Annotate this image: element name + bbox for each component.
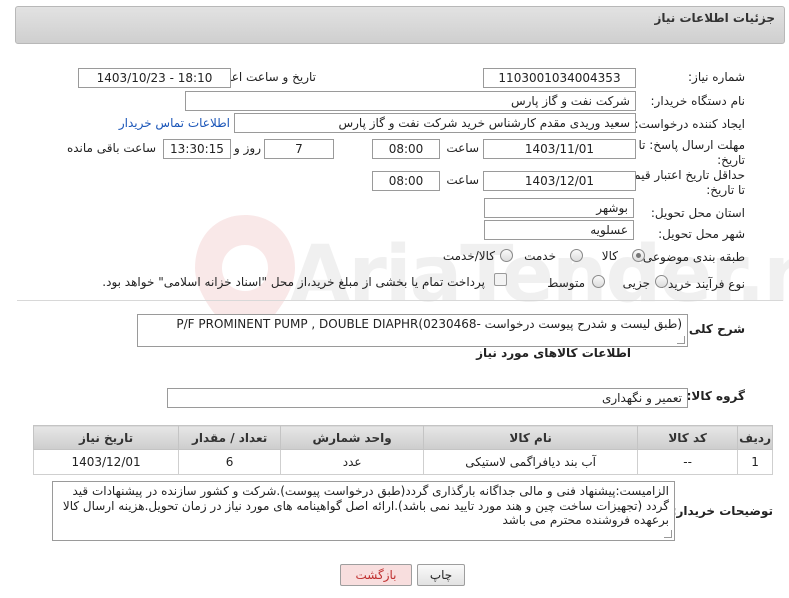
- buyer-org-label: نام دستگاه خریدار:: [650, 94, 746, 108]
- buyer-notes-field[interactable]: الزامیست:پیشنهاد فنی و مالی جداگانه بارگ…: [52, 481, 675, 541]
- city-field[interactable]: عسلویه: [484, 220, 634, 240]
- need-number-field[interactable]: 1103001034004353: [483, 68, 636, 88]
- col-unit: واحد شمارش: [280, 425, 425, 450]
- category-goods-radio[interactable]: [632, 249, 645, 262]
- requester-field[interactable]: سعید وریدی مقدم کارشناس خرید شرکت نفت و …: [234, 113, 636, 133]
- cell-name: آب بند دیافراگمی لاستیکی: [423, 449, 639, 475]
- goods-group-label: گروه کالا:: [686, 389, 745, 403]
- process-minor-radio[interactable]: [655, 275, 668, 288]
- days-field[interactable]: 7: [264, 139, 334, 159]
- col-name: نام کالا: [423, 425, 639, 450]
- city-label: شهر محل تحویل:: [658, 227, 745, 241]
- deadline-time-field[interactable]: 08:00: [372, 139, 440, 159]
- back-button[interactable]: بازگشت: [340, 564, 412, 586]
- cell-code: --: [637, 449, 739, 475]
- category-service-text: خدمت: [524, 249, 556, 263]
- buyer-notes-label: توضیحات خریدار:: [671, 504, 773, 518]
- announce-field[interactable]: 1403/10/23 - 18:10: [78, 68, 231, 88]
- payment-note: پرداخت تمام یا بخشی از مبلغ خرید،از محل …: [102, 275, 485, 289]
- table-row[interactable]: 1 -- آب بند دیافراگمی لاستیکی عدد 6 1403…: [32, 449, 773, 475]
- goods-group-field[interactable]: تعمیر و نگهداری: [167, 388, 688, 408]
- col-row: ردیف: [737, 425, 773, 450]
- deadline-date-field[interactable]: 1403/11/01: [483, 139, 636, 159]
- goods-table: ردیف کد کالا نام کالا واحد شمارش تعداد /…: [32, 425, 773, 475]
- remaining-label: ساعت باقی مانده: [66, 141, 156, 155]
- divider: [17, 300, 783, 301]
- cell-unit: عدد: [280, 449, 425, 475]
- days-label: روز و: [234, 141, 261, 155]
- col-code: کد کالا: [637, 425, 739, 450]
- buyer-notes-text: الزامیست:پیشنهاد فنی و مالی جداگانه بارگ…: [62, 484, 669, 527]
- validity-date-field[interactable]: 1403/12/01: [483, 171, 636, 191]
- table-header-row: ردیف کد کالا نام کالا واحد شمارش تعداد /…: [32, 425, 773, 450]
- process-minor-text: جزیی: [622, 276, 650, 290]
- cell-date: 1403/12/01: [32, 449, 180, 475]
- col-date: تاریخ نیاز: [32, 425, 180, 450]
- goods-section-title: اطلاعات کالاهای مورد نیاز: [476, 346, 631, 360]
- province-label: استان محل تحویل:: [650, 206, 745, 220]
- category-both-text: کالا/خدمت: [442, 249, 495, 263]
- category-both-radio[interactable]: [500, 249, 513, 262]
- deadline-time-label: ساعت: [446, 141, 479, 155]
- category-goods-text: کالا: [601, 249, 618, 263]
- cell-qty: 6: [178, 449, 282, 475]
- deadline-label: مهلت ارسال پاسخ: تا تاریخ:: [638, 138, 745, 167]
- summary-field[interactable]: P/F PROMINENT PUMP , DOUBLE DIAPHR(طبق ل…: [137, 314, 688, 347]
- validity-time-field[interactable]: 08:00: [372, 171, 440, 191]
- contact-info-link[interactable]: اطلاعات تماس خریدار: [119, 116, 230, 130]
- process-medium-radio[interactable]: [592, 275, 605, 288]
- col-qty: تعداد / مقدار: [178, 425, 282, 450]
- cell-row: 1: [737, 449, 773, 475]
- summary-text: P/F PROMINENT PUMP , DOUBLE DIAPHR(طبق ل…: [176, 317, 682, 331]
- process-medium-text: متوسط: [547, 276, 585, 290]
- page-title: جزئیات اطلاعات نیاز: [654, 11, 775, 25]
- province-field[interactable]: بوشهر: [484, 198, 634, 218]
- requester-label: ایجاد کننده درخواست:: [634, 117, 745, 131]
- payment-checkbox[interactable]: [494, 273, 507, 286]
- print-button[interactable]: چاپ: [417, 564, 465, 586]
- buyer-org-field[interactable]: شرکت نفت و گاز پارس: [185, 91, 636, 111]
- need-number-label: شماره نیاز:: [688, 70, 745, 84]
- validity-time-label: ساعت: [446, 173, 479, 187]
- process-label: نوع فرآیند خرید :: [660, 277, 745, 291]
- resize-handle-icon[interactable]: [677, 336, 685, 344]
- resize-handle-icon[interactable]: [664, 530, 672, 538]
- category-service-radio[interactable]: [570, 249, 583, 262]
- category-label: طبقه بندی موضوعی:: [638, 250, 745, 264]
- remaining-time-field[interactable]: 13:30:15: [163, 139, 231, 159]
